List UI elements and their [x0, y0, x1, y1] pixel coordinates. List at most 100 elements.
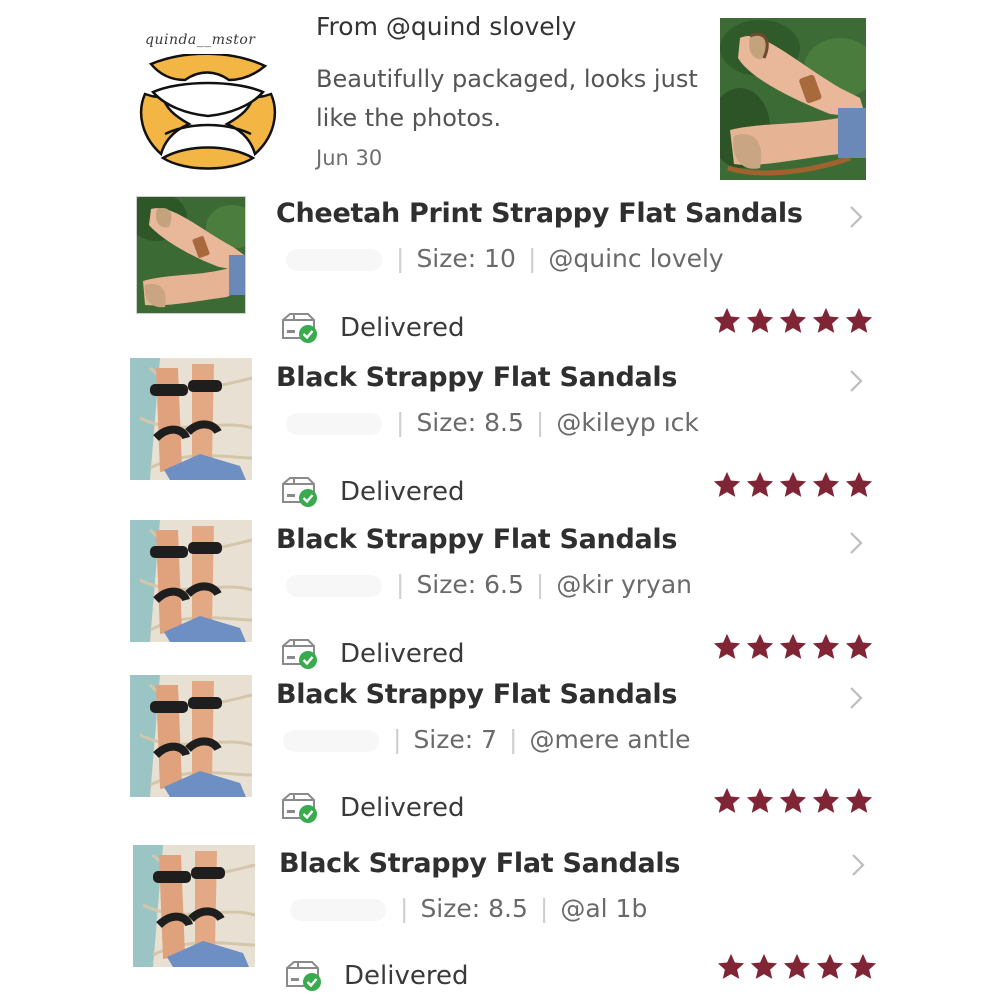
- status-label: Delivered: [340, 477, 465, 507]
- seller-username[interactable]: @quinc lovely: [548, 244, 723, 273]
- review-from[interactable]: From @quind slovely: [316, 12, 576, 41]
- meta-separator: |: [509, 725, 518, 754]
- delivered-box-check-icon: [282, 793, 317, 823]
- star-icon: [717, 953, 745, 979]
- meta-separator: |: [527, 244, 537, 273]
- review-date: Jun 30: [316, 146, 383, 170]
- chevron-right-icon[interactable]: [850, 852, 866, 878]
- redacted-price: [286, 413, 382, 435]
- star-icon: [849, 953, 877, 979]
- star-icon: [713, 787, 741, 813]
- review-photo-image: [720, 18, 866, 180]
- product-title[interactable]: Black Strappy Flat Sandals: [276, 524, 677, 555]
- order-meta: | Size: 10 | @quinc lovely: [286, 244, 724, 273]
- seller-username[interactable]: @kileyp ıck: [556, 408, 699, 437]
- meta-separator: |: [396, 408, 405, 437]
- product-image: [130, 675, 252, 797]
- order-meta: | Size: 8.5 | @kileyp ıck: [286, 408, 699, 437]
- seller-username[interactable]: @kir yryan: [556, 570, 692, 599]
- star-icon: [779, 787, 807, 813]
- star-rating: [712, 786, 874, 816]
- order-meta: | Size: 7 | @mere antle: [283, 725, 691, 754]
- seller-username[interactable]: @al 1b: [560, 894, 647, 923]
- redacted-price: [283, 730, 379, 752]
- product-title[interactable]: Black Strappy Flat Sandals: [279, 848, 680, 879]
- delivery-status: Delivered: [280, 312, 464, 344]
- product-title[interactable]: Black Strappy Flat Sandals: [276, 362, 677, 393]
- meta-separator: |: [393, 725, 402, 754]
- product-thumbnail[interactable]: [133, 845, 255, 967]
- redacted-price: [290, 899, 386, 921]
- star-icon: [812, 307, 840, 333]
- star-icon: [713, 307, 741, 333]
- meta-separator: |: [535, 408, 545, 437]
- order-size: Size: 8.5: [420, 894, 528, 923]
- chevron-right-icon[interactable]: [848, 204, 864, 230]
- order-size: Size: 10: [416, 244, 516, 273]
- meta-separator: |: [539, 894, 549, 923]
- delivery-status: Delivered: [280, 638, 464, 670]
- order-size: Size: 7: [413, 725, 498, 754]
- delivery-status: Delivered: [280, 792, 464, 824]
- product-image: [133, 845, 255, 967]
- product-thumbnail[interactable]: [130, 675, 252, 797]
- chevron-right-icon[interactable]: [848, 368, 864, 394]
- product-title[interactable]: Cheetah Print Strappy Flat Sandals: [276, 198, 803, 229]
- product-image: [130, 358, 252, 480]
- star-icon: [812, 471, 840, 497]
- star-icon: [746, 471, 774, 497]
- star-icon: [779, 307, 807, 333]
- product-thumbnail[interactable]: [130, 520, 252, 642]
- star-icon: [845, 633, 873, 659]
- review-photo[interactable]: [720, 18, 866, 180]
- avatar-handle: quinda__mstor: [145, 32, 256, 48]
- reviewer-avatar[interactable]: quinda__mstor: [133, 26, 283, 176]
- chevron-right-icon[interactable]: [848, 685, 864, 711]
- star-rating: [712, 470, 874, 500]
- delivered-box-check-icon: [282, 639, 317, 669]
- star-icon: [816, 953, 844, 979]
- star-rating: [712, 306, 874, 336]
- star-icon: [783, 953, 811, 979]
- star-icon: [746, 633, 774, 659]
- seller-username[interactable]: @mere antle: [529, 725, 690, 754]
- status-label: Delivered: [344, 961, 469, 991]
- delivered-box-check-icon: [282, 477, 317, 507]
- order-meta: | Size: 6.5 | @kir yryan: [286, 570, 692, 599]
- status-label: Delivered: [340, 639, 465, 669]
- order-size: Size: 8.5: [416, 408, 524, 437]
- star-icon: [713, 471, 741, 497]
- meta-separator: |: [535, 570, 545, 599]
- star-icon: [750, 953, 778, 979]
- star-rating: [712, 632, 874, 662]
- order-size: Size: 6.5: [416, 570, 524, 599]
- product-image: [137, 197, 245, 313]
- star-icon: [812, 787, 840, 813]
- product-thumbnail[interactable]: [136, 196, 246, 314]
- status-label: Delivered: [340, 313, 465, 343]
- star-icon: [845, 787, 873, 813]
- meta-separator: |: [400, 894, 409, 923]
- delivery-status: Delivered: [284, 960, 468, 992]
- star-icon: [746, 787, 774, 813]
- chevron-right-icon[interactable]: [848, 530, 864, 556]
- shop-logo-icon: [139, 54, 277, 170]
- redacted-price: [286, 249, 382, 271]
- meta-separator: |: [396, 244, 405, 273]
- delivered-box-check-icon: [286, 961, 321, 991]
- status-label: Delivered: [340, 793, 465, 823]
- star-icon: [845, 471, 873, 497]
- redacted-price: [286, 575, 382, 597]
- product-title[interactable]: Black Strappy Flat Sandals: [276, 679, 677, 710]
- star-icon: [746, 307, 774, 333]
- delivery-status: Delivered: [280, 476, 464, 508]
- order-history-page: quinda__mstor From @quind slovely Beauti…: [0, 0, 1000, 1000]
- star-icon: [779, 471, 807, 497]
- star-icon: [713, 633, 741, 659]
- order-meta: | Size: 8.5 | @al 1b: [290, 894, 647, 923]
- product-image: [130, 520, 252, 642]
- star-icon: [845, 307, 873, 333]
- star-icon: [779, 633, 807, 659]
- product-thumbnail[interactable]: [130, 358, 252, 480]
- star-rating: [716, 952, 878, 982]
